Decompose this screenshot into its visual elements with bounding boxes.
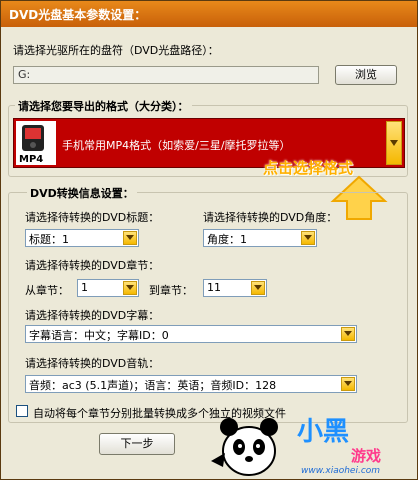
title-select[interactable]: 标题：1 [25, 229, 139, 247]
subtitle-label: 请选择待转换的DVD字幕： [25, 309, 160, 322]
chevron-down-icon[interactable] [341, 377, 355, 391]
chevron-down-icon[interactable] [123, 281, 137, 295]
to-chapter-label: 到章节： [149, 284, 193, 297]
format-selected-text: 手机常用MP4格式（如索爱/三星/摩托罗拉等） [62, 139, 291, 152]
watermark-brand: 小黑 [297, 417, 350, 447]
to-chapter-value: 11 [207, 281, 221, 294]
chevron-down-icon[interactable] [301, 231, 315, 245]
title-label: 请选择待转换的DVD标题： [25, 211, 160, 224]
chevron-down-icon[interactable] [123, 231, 137, 245]
audio-select[interactable]: 音频：ac3 (5.1声道)；语言：英语；音频ID：128 [25, 375, 357, 393]
audio-label: 请选择待转换的DVD音轨： [25, 357, 160, 370]
chevron-down-icon[interactable] [341, 327, 355, 341]
format-dropdown-arrow-icon[interactable] [386, 121, 402, 165]
settings-window: DVD光盘基本参数设置： 请选择光驱所在的盘符（DVD光盘路径）： G: 浏览 … [0, 0, 418, 480]
format-hint-text: 点击选择格式 [263, 159, 354, 177]
angle-select[interactable]: 角度：1 [203, 229, 317, 247]
panda-mascot-icon [211, 418, 278, 476]
window-title: DVD光盘基本参数设置： [9, 8, 147, 22]
angle-label: 请选择待转换的DVD角度： [203, 211, 338, 224]
dvd-info-group-title: DVD转换信息设置： [27, 185, 137, 201]
title-bar: DVD光盘基本参数设置： [1, 1, 417, 27]
angle-select-value: 角度：1 [207, 233, 247, 246]
mp4-icon-text: MP4 [19, 154, 43, 165]
browse-button[interactable]: 浏览 [335, 65, 397, 85]
subtitle-select-value: 字幕语言：中文；字幕ID：0 [29, 329, 169, 342]
from-chapter-value: 1 [81, 281, 88, 294]
title-select-value: 标题：1 [29, 233, 69, 246]
from-chapter-select[interactable]: 1 [77, 279, 139, 297]
drive-label: 请选择光驱所在的盘符（DVD光盘路径）： [13, 44, 219, 57]
from-chapter-label: 从章节： [25, 284, 69, 297]
mp4-player-icon: MP4 [16, 121, 56, 165]
chevron-down-icon[interactable] [251, 281, 265, 295]
to-chapter-select[interactable]: 11 [203, 279, 267, 297]
chapter-label: 请选择待转换的DVD章节： [25, 259, 160, 272]
audio-select-value: 音频：ac3 (5.1声道)；语言：英语；音频ID：128 [29, 379, 277, 392]
watermark-brand-games: 游戏 [351, 447, 382, 465]
subtitle-select[interactable]: 字幕语言：中文；字幕ID：0 [25, 325, 357, 343]
drive-path-input[interactable]: G: [13, 66, 319, 84]
format-group-title: 请选择您要导出的格式（大分类）： [15, 98, 192, 114]
next-button[interactable]: 下一步 [99, 433, 175, 455]
split-chapters-checkbox[interactable] [16, 405, 28, 417]
watermark-url: www.xiaohei.com [301, 466, 381, 476]
